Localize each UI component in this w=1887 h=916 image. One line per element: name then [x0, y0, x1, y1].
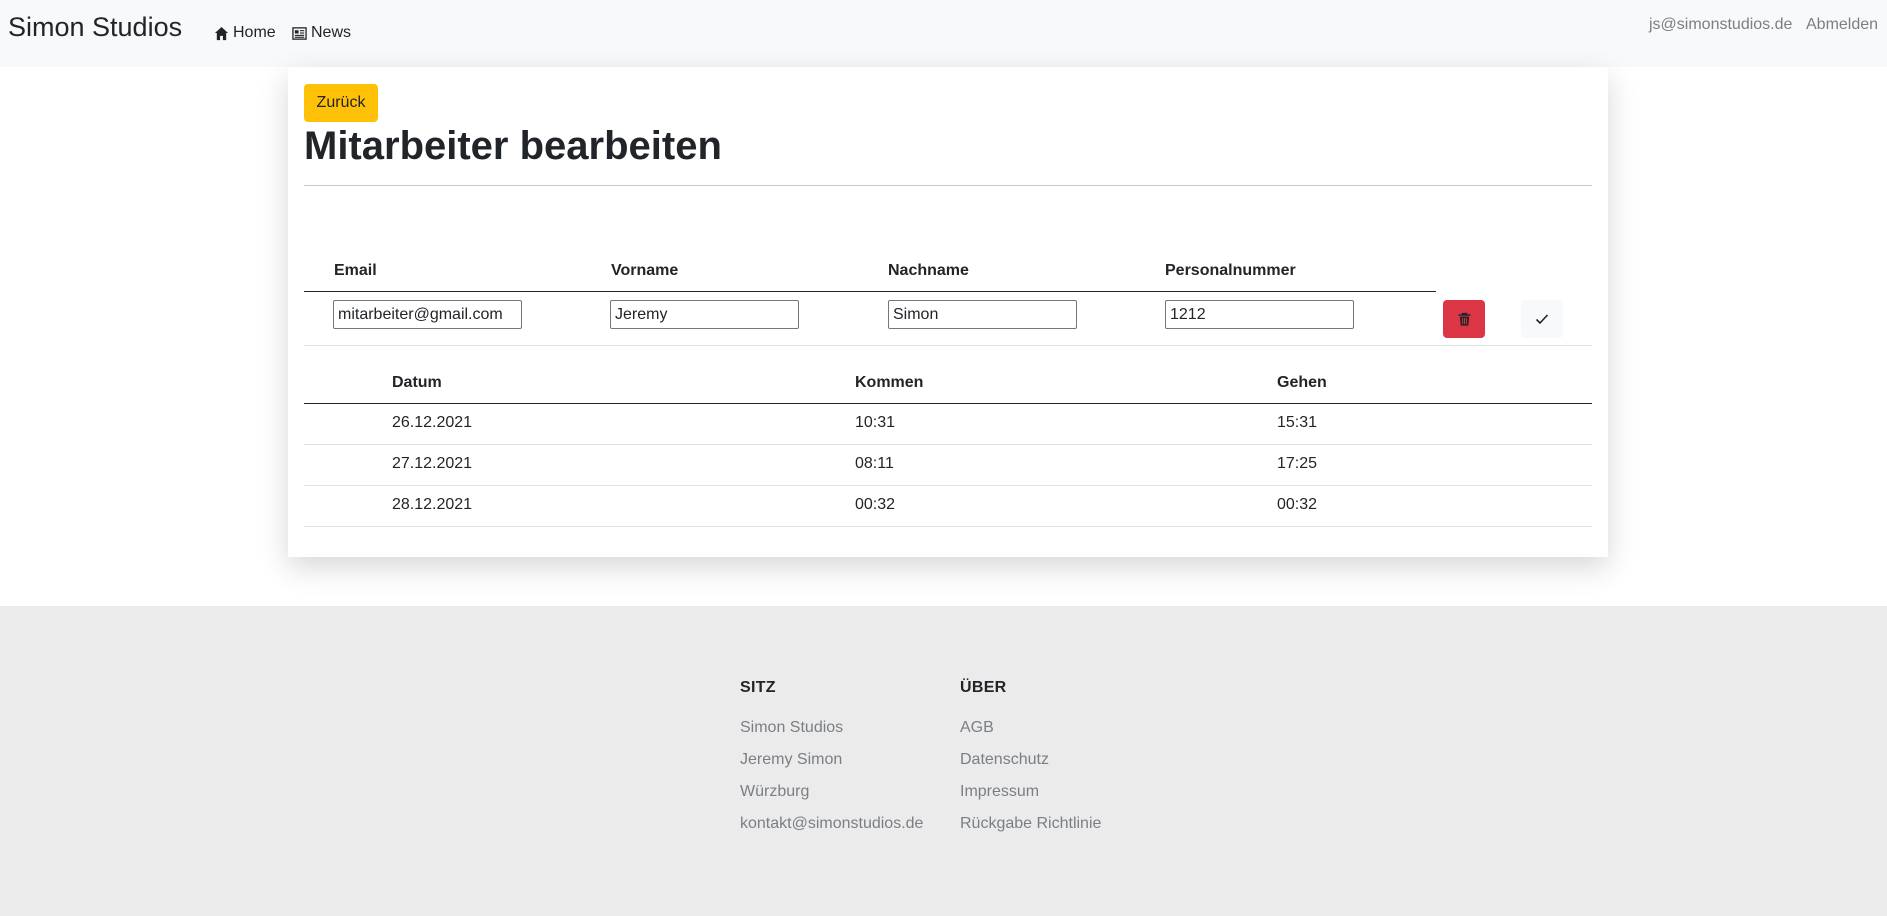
- nav-home-link[interactable]: Home: [214, 24, 276, 42]
- cell-datum: 28.12.2021: [392, 496, 473, 513]
- footer-heading: ÜBER: [960, 679, 1007, 696]
- header-personalnummer: Personalnummer: [1165, 262, 1296, 279]
- newspaper-icon: [292, 26, 307, 40]
- cell-gehen: 00:32: [1277, 496, 1318, 513]
- navbar: Simon Studios Home News js@simonstudios.…: [0, 0, 1887, 67]
- logout-link[interactable]: Abmelden: [1806, 16, 1878, 34]
- footer-item: Würzburg: [740, 783, 810, 800]
- footer-link-rueckgabe[interactable]: Rückgabe Richtlinie: [960, 814, 1101, 846]
- cell-gehen: 15:31: [1277, 414, 1318, 431]
- footer-link-agb[interactable]: AGB: [960, 718, 1101, 750]
- brand-link[interactable]: Simon Studios: [8, 12, 182, 43]
- header-nachname: Nachname: [888, 262, 969, 279]
- footer-heading: SITZ: [740, 679, 776, 696]
- footer: SITZ Simon Studios Jeremy Simon Würzburg…: [0, 606, 1887, 916]
- delete-button[interactable]: [1443, 300, 1485, 338]
- footer-column-sitz: SITZ Simon Studios Jeremy Simon Würzburg…: [740, 679, 923, 846]
- cell-kommen: 10:31: [855, 414, 896, 431]
- nachname-input[interactable]: [888, 300, 1077, 329]
- cell-kommen: 08:11: [855, 455, 894, 472]
- cell-datum: 26.12.2021: [392, 414, 473, 431]
- title-divider: [304, 185, 1592, 186]
- header-datum: Datum: [392, 374, 442, 391]
- table-row: 27.12.2021 08:11 17:25: [304, 445, 1592, 486]
- footer-item[interactable]: kontakt@simonstudios.de: [740, 814, 923, 846]
- footer-link-datenschutz[interactable]: Datenschutz: [960, 750, 1101, 782]
- table-row: 28.12.2021 00:32 00:32: [304, 486, 1592, 527]
- personalnummer-input[interactable]: [1165, 300, 1354, 329]
- vorname-input[interactable]: [610, 300, 799, 329]
- cell-gehen: 17:25: [1277, 455, 1318, 472]
- table-row: 26.12.2021 10:31 15:31: [304, 404, 1592, 445]
- save-button[interactable]: [1521, 300, 1563, 338]
- trash-icon: [1457, 312, 1471, 326]
- footer-item: Simon Studios: [740, 719, 844, 736]
- main-card: Zurück Mitarbeiter bearbeiten Email Vorn…: [288, 67, 1608, 557]
- home-icon: [214, 26, 229, 40]
- email-input[interactable]: [333, 300, 522, 329]
- nav-news-link[interactable]: News: [292, 24, 351, 42]
- user-email-link[interactable]: js@simonstudios.de: [1649, 16, 1792, 34]
- nav-news-label: News: [311, 24, 352, 41]
- header-gehen: Gehen: [1277, 374, 1327, 391]
- footer-column-ueber: ÜBER AGB Datenschutz Impressum Rückgabe …: [960, 679, 1101, 846]
- nav-home-label: Home: [233, 24, 276, 41]
- page-title: Mitarbeiter bearbeiten: [304, 124, 722, 168]
- footer-link-impressum[interactable]: Impressum: [960, 782, 1101, 814]
- employee-row-divider: [304, 345, 1592, 346]
- cell-datum: 27.12.2021: [392, 455, 473, 472]
- header-vorname: Vorname: [611, 262, 679, 279]
- footer-item: Jeremy Simon: [740, 751, 843, 768]
- header-email: Email: [334, 262, 377, 279]
- check-icon: [1535, 314, 1549, 325]
- employee-header-rule: [304, 291, 1436, 292]
- header-kommen: Kommen: [855, 374, 924, 391]
- back-button[interactable]: Zurück: [304, 84, 378, 122]
- cell-kommen: 00:32: [855, 496, 896, 513]
